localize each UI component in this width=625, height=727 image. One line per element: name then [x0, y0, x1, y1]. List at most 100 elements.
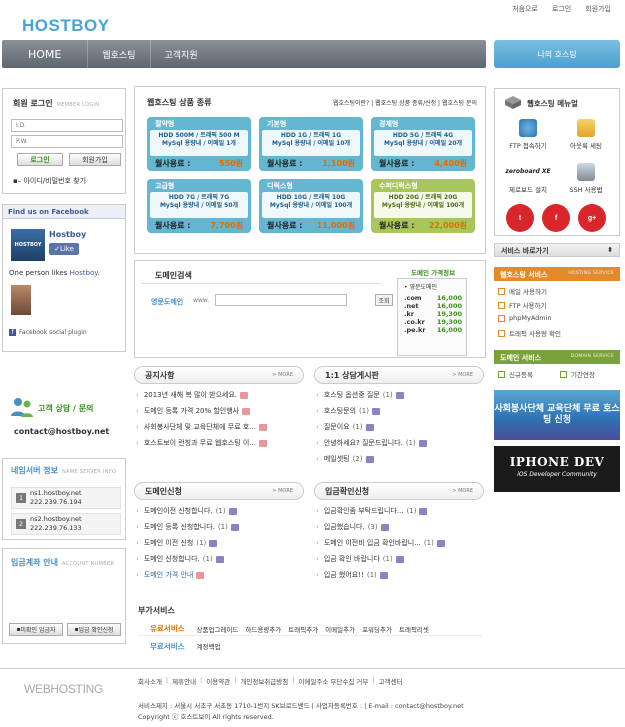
- manual-outlook[interactable]: 아웃룩 세팅: [561, 119, 611, 150]
- top-link-join[interactable]: 회원가입: [585, 4, 611, 14]
- www-prefix: www.: [193, 297, 210, 304]
- domain-price-row: .pe.kr 16,000: [404, 326, 462, 334]
- id-input[interactable]: [11, 119, 123, 132]
- new-icon: [395, 555, 404, 563]
- footer-link[interactable]: 개인정보취급방침: [240, 676, 288, 686]
- password-input[interactable]: [11, 135, 123, 148]
- domain-search-input[interactable]: [215, 294, 347, 306]
- twitter-icon[interactable]: t: [506, 204, 534, 232]
- plan-card[interactable]: 수퍼디럭스형 HDD 20G / 트래픽 20G MySql 용량내 / 이메일 …: [371, 179, 475, 233]
- service-shortcut-dropdown[interactable]: 서비스 바로가기 ⬍: [494, 243, 620, 257]
- site-logo[interactable]: HOSTBOY: [22, 16, 110, 36]
- paid-service-link[interactable]: 포워딩추가: [362, 624, 392, 634]
- iphone-dev-banner[interactable]: IPHONE DEV iOS Developer Community: [494, 446, 620, 492]
- list-item[interactable]: 도메인이전 신청합니다.(1): [136, 503, 302, 519]
- paid-service-link[interactable]: 하드용량추가: [245, 624, 281, 634]
- manual-zeroboard[interactable]: zeroboard XE 제로보드 설치: [503, 163, 553, 194]
- list-item[interactable]: 호스팅문의(1): [316, 403, 482, 419]
- hosting-links[interactable]: 웹호스팅이란? | 웹호스팅 상품 종류/신청 | 웹호스팅 문의: [333, 98, 477, 107]
- plan-card[interactable]: 절약형 HDD 500M / 트래픽 500 M MySql 용량내 / 이메일 …: [147, 117, 251, 171]
- people-icon: [11, 398, 33, 417]
- paid-service-link[interactable]: 상품업그레이드: [197, 624, 239, 634]
- list-item[interactable]: 도메인 등록 신청합니다.(1): [136, 519, 302, 535]
- manual-ssh[interactable]: SSH 사용법: [561, 163, 611, 194]
- plan-card[interactable]: 고급형 HDD 7G / 트래픽 7G MySql 용량내 / 이메일 50개 월…: [147, 179, 251, 233]
- new-icon: [395, 391, 404, 399]
- list-item[interactable]: 입금확인좀 부탁드립니다...(1): [316, 503, 482, 519]
- new-icon: [380, 523, 389, 531]
- my-hosting-button[interactable]: 나의 호스팅: [494, 40, 620, 68]
- list-item[interactable]: 호스트보이 런칭과 무료 웹호스팅 이...: [136, 435, 302, 451]
- domain-price-row: .co.kr 19,300: [404, 318, 462, 326]
- unconfirmed-depositor-button[interactable]: ▪ 미확인 입금자: [9, 623, 63, 636]
- free-service-link[interactable]: 계정백업: [197, 641, 221, 651]
- more-link[interactable]: > MORE: [452, 488, 473, 494]
- domain-price-title: 도메인 가격정보: [411, 269, 456, 277]
- new-icon: [215, 555, 224, 563]
- contact-email[interactable]: contact@hostboy.net: [14, 427, 109, 436]
- domain-service-link[interactable]: 기간연장: [560, 369, 595, 379]
- ftp-icon: [519, 119, 537, 137]
- domain-service-link[interactable]: 신규등록: [498, 369, 533, 379]
- list-item[interactable]: 도메인 등록 가격 20% 할인행사: [136, 403, 302, 419]
- paid-service-link[interactable]: 트래픽리셋: [399, 624, 429, 634]
- more-link[interactable]: > MORE: [272, 488, 293, 494]
- footer-link[interactable]: 제휴안내: [172, 676, 196, 686]
- paid-services-row: 유료서비스 상품업그레이드 하드용량추가 트래픽추가 이메일추가 포워딩추가 트…: [138, 622, 482, 636]
- hosting-service-link[interactable]: FTP 사용하기: [498, 300, 547, 310]
- domain-search-panel: 도메인검색 영문도메인 www. 조회 도메인 가격정보 • 영문도메인 .co…: [134, 260, 486, 358]
- plan-card[interactable]: 기본형 HDD 1G / 트래픽 1G MySql 용량내 / 이메일 10개 월…: [259, 117, 363, 171]
- list-item[interactable]: 도메인 가격 안내: [136, 567, 302, 583]
- more-link[interactable]: > MORE: [452, 372, 473, 378]
- footer-link[interactable]: 이메일주소 무단수집 거부: [298, 676, 368, 686]
- new-icon: [419, 507, 428, 515]
- list-item[interactable]: 질문이요(1): [316, 419, 482, 435]
- top-link-login[interactable]: 로그인: [552, 4, 571, 14]
- nav-webhosting[interactable]: 웹호스팅: [88, 40, 151, 68]
- facebook-likes-text: One person likes Hostboy.: [9, 269, 100, 277]
- plan-card[interactable]: 경제형 HDD 5G / 트래픽 4G MySql 용량내 / 이메일 20개 월…: [371, 117, 475, 171]
- hosting-service-link[interactable]: 트래픽 사용량 확인: [498, 328, 561, 338]
- hosting-service-link[interactable]: 메일 사용하기: [498, 286, 547, 296]
- domain-service-header: 도메인 서비스 DOMAIN SERVICE: [494, 350, 620, 364]
- login-panel: 회원 로그인MEMBER LOGIN 로그인 회원가입 ▪– 아이디/비밀번호 …: [2, 88, 126, 194]
- facebook-social-icon[interactable]: f: [542, 204, 570, 232]
- top-link-home[interactable]: 처음으로: [512, 4, 538, 14]
- list-item[interactable]: 입금 했어요!!(1): [316, 567, 482, 583]
- facebook-page-thumbnail[interactable]: HOSTBOY: [11, 229, 45, 261]
- list-item[interactable]: 호스팅 옵션중 질문(1): [316, 387, 482, 403]
- plan-card[interactable]: 디럭스형 HDD 10G / 트래픽 10G MySql 용량내 / 이메일 10…: [259, 179, 363, 233]
- login-button[interactable]: 로그인: [17, 153, 63, 166]
- deposit-confirm-button[interactable]: ▪ 입금 확인신청: [67, 623, 121, 636]
- facebook-page-name[interactable]: Hostboy: [49, 230, 86, 239]
- list-item[interactable]: 도메인 이전비 입금 확인바랍니...(1): [316, 535, 482, 551]
- list-item[interactable]: 도메인 신청합니다.(1): [136, 551, 302, 567]
- volunteer-banner[interactable]: 사회봉사단체 교육단체 무료 호스팅 신청: [494, 390, 620, 440]
- footer-link[interactable]: 회사소개: [138, 676, 162, 686]
- paid-service-link[interactable]: 이메일추가: [325, 624, 355, 634]
- nav-home[interactable]: HOME: [2, 40, 89, 68]
- manual-ftp[interactable]: FTP 접속하기: [503, 119, 553, 150]
- facebook-like-button[interactable]: ✓ Like: [49, 243, 79, 255]
- bank-panel: 입금계좌 안내 ACCOUNT NUMBER ▪ 미확인 입금자 ▪ 입금 확인신청: [2, 548, 126, 644]
- more-link[interactable]: > MORE: [272, 372, 293, 378]
- nav-support[interactable]: 고객지원: [151, 40, 212, 68]
- find-id-link[interactable]: ▪– 아이디/비밀번호 찾기: [13, 176, 86, 186]
- list-item[interactable]: 2013년 새해 복 많이 받으세요.: [136, 387, 302, 403]
- list-item[interactable]: 안녕하세요? 질문드립니다.(1): [316, 435, 482, 451]
- footer-link[interactable]: 고객센터: [379, 676, 403, 686]
- list-item[interactable]: 도메인 이전 신청(1): [136, 535, 302, 551]
- paid-service-link[interactable]: 트래픽추가: [288, 624, 318, 634]
- google-plus-icon[interactable]: g+: [578, 204, 606, 232]
- domain-search-button[interactable]: 조회: [375, 294, 393, 306]
- hosting-service-link[interactable]: phpMyAdmin: [498, 314, 552, 322]
- hosting-service-header: 웹호스팅 서비스 HOSTING SERVICE: [494, 267, 620, 281]
- list-item[interactable]: 입금했습니다.(3): [316, 519, 482, 535]
- list-item[interactable]: 메일셋팅(2): [316, 451, 482, 467]
- avatar[interactable]: [11, 285, 31, 315]
- join-button[interactable]: 회원가입: [69, 153, 121, 166]
- list-item[interactable]: 사회봉사단체 및 교육단체에 무료 호...: [136, 419, 302, 435]
- new-icon: [209, 539, 218, 547]
- list-item[interactable]: 입금 확인 바랍니다(1): [316, 551, 482, 567]
- footer-link[interactable]: 이용약관: [206, 676, 230, 686]
